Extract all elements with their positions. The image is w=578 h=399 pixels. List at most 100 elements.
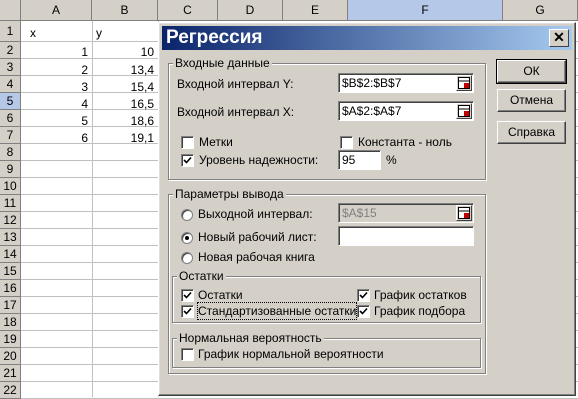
- cell-b3[interactable]: 13,4: [93, 62, 154, 79]
- close-button[interactable]: ✕: [549, 29, 569, 47]
- cell-a2[interactable]: 1: [22, 44, 88, 61]
- constant-zero-checkbox[interactable]: [340, 136, 353, 149]
- output-range-input[interactable]: $A$15: [338, 203, 474, 223]
- output-range-radio[interactable]: [181, 209, 193, 221]
- checkmark-icon: [183, 307, 192, 315]
- row-header-2[interactable]: 2: [0, 42, 21, 59]
- row-header-15[interactable]: 15: [0, 263, 21, 280]
- column-header-d[interactable]: D: [218, 0, 283, 21]
- output-range-label[interactable]: Выходной интервал:: [198, 206, 313, 222]
- cell-b4[interactable]: 15,4: [93, 79, 154, 96]
- residuals-group-label: Остатки: [177, 269, 226, 283]
- output-options-group-label: Параметры вывода: [173, 187, 286, 201]
- new-sheet-input[interactable]: [338, 226, 474, 246]
- line-fit-checkbox[interactable]: [357, 305, 370, 318]
- select-all-corner[interactable]: [0, 0, 21, 21]
- row-header-18[interactable]: 18: [0, 314, 21, 331]
- column-header-b[interactable]: B: [92, 0, 158, 21]
- row-header-13[interactable]: 13: [0, 229, 21, 246]
- column-header-e[interactable]: E: [283, 0, 348, 21]
- row-header-19[interactable]: 19: [0, 331, 21, 348]
- range-picker-icon: [458, 105, 470, 117]
- cell-b5[interactable]: 16,5: [93, 96, 154, 113]
- cell-a5[interactable]: 4: [22, 96, 88, 113]
- y-range-label: Входной интервал Y:: [177, 77, 294, 91]
- y-range-input[interactable]: $B$2:$B$7: [338, 73, 474, 93]
- range-picker-icon: [458, 77, 470, 89]
- row-header-17[interactable]: 17: [0, 297, 21, 314]
- new-sheet-radio[interactable]: [181, 232, 193, 244]
- std-residuals-label[interactable]: Стандартизованные остатки: [196, 302, 358, 320]
- row-header-10[interactable]: 10: [0, 178, 21, 195]
- x-range-ref-button[interactable]: [456, 103, 472, 119]
- y-range-ref-button[interactable]: [456, 75, 472, 91]
- cell-a7[interactable]: 6: [22, 130, 88, 147]
- confidence-input[interactable]: 95: [338, 150, 381, 170]
- row-header-3[interactable]: 3: [0, 59, 21, 76]
- range-picker-icon: [458, 207, 470, 219]
- labels-label[interactable]: Метки: [199, 134, 233, 150]
- output-range-ref-button[interactable]: [456, 205, 472, 221]
- percent-sign: %: [386, 153, 397, 167]
- checkmark-icon: [359, 291, 368, 299]
- help-button[interactable]: Справка: [497, 121, 566, 144]
- column-header-g[interactable]: G: [503, 0, 578, 21]
- output-range-value: $A$15: [342, 206, 377, 220]
- cancel-button[interactable]: Отмена: [497, 89, 566, 112]
- ok-button[interactable]: ОК: [496, 59, 567, 84]
- row-header-11[interactable]: 11: [0, 195, 21, 212]
- confidence-checkbox[interactable]: [181, 154, 194, 167]
- cell-b6[interactable]: 18,6: [93, 113, 154, 130]
- column-header-a[interactable]: A: [21, 0, 92, 21]
- checkmark-icon: [359, 307, 368, 315]
- dialog-titlebar[interactable]: Регрессия ✕: [162, 26, 572, 50]
- row-header-14[interactable]: 14: [0, 246, 21, 263]
- constant-zero-label[interactable]: Константа - ноль: [358, 134, 452, 150]
- cell-b1[interactable]: y: [96, 25, 102, 42]
- row-header-12[interactable]: 12: [0, 212, 21, 229]
- input-data-group-label: Входные данные: [173, 56, 272, 70]
- new-sheet-label[interactable]: Новый рабочий лист:: [198, 229, 317, 245]
- row-header-22[interactable]: 22: [0, 382, 21, 399]
- cell-a6[interactable]: 5: [22, 113, 88, 130]
- column-header-c[interactable]: C: [158, 0, 218, 21]
- row-header-4[interactable]: 4: [0, 76, 21, 93]
- normal-plot-checkbox[interactable]: [181, 348, 194, 361]
- residuals-checkbox[interactable]: [181, 289, 194, 302]
- row-header-6[interactable]: 6: [0, 110, 21, 127]
- residuals-label[interactable]: Остатки: [198, 287, 243, 303]
- residual-plots-checkbox[interactable]: [357, 289, 370, 302]
- column-header-f[interactable]: F: [348, 0, 503, 21]
- confidence-value: 95: [342, 153, 356, 167]
- new-workbook-label[interactable]: Новая рабочая книга: [198, 249, 315, 265]
- row-header-8[interactable]: 8: [0, 144, 21, 161]
- cell-b7[interactable]: 19,1: [93, 130, 154, 147]
- checkmark-icon: [183, 156, 192, 164]
- close-icon: ✕: [553, 29, 565, 45]
- normal-plot-label[interactable]: График нормальной вероятности: [198, 346, 384, 362]
- labels-checkbox[interactable]: [181, 136, 194, 149]
- confidence-label[interactable]: Уровень надежности:: [199, 152, 318, 168]
- regression-dialog: Регрессия ✕ ОК Отмена Справка Входные да…: [158, 22, 576, 396]
- row-header-5[interactable]: 5: [0, 93, 21, 110]
- row-header-20[interactable]: 20: [0, 348, 21, 365]
- dialog-title: Регрессия: [166, 27, 263, 48]
- x-range-label: Входной интервал X:: [177, 105, 295, 119]
- x-range-input[interactable]: $A$2:$A$7: [338, 101, 474, 121]
- row-header-7[interactable]: 7: [0, 127, 21, 144]
- std-residuals-checkbox[interactable]: [181, 305, 194, 318]
- residual-plots-label[interactable]: График остатков: [374, 287, 467, 303]
- line-fit-label[interactable]: График подбора: [374, 303, 465, 319]
- cell-a4[interactable]: 3: [22, 79, 88, 96]
- x-range-value: $A$2:$A$7: [342, 104, 402, 118]
- row-header-1[interactable]: 1: [0, 21, 21, 42]
- row-header-16[interactable]: 16: [0, 280, 21, 297]
- cell-a1[interactable]: x: [30, 25, 36, 42]
- cell-a3[interactable]: 2: [22, 62, 88, 79]
- row-header-21[interactable]: 21: [0, 365, 21, 382]
- new-workbook-radio[interactable]: [181, 252, 193, 264]
- row-header-9[interactable]: 9: [0, 161, 21, 178]
- normal-probability-group-label: Нормальная вероятность: [177, 331, 324, 345]
- checkmark-icon: [183, 291, 192, 299]
- cell-b2[interactable]: 10: [93, 44, 154, 61]
